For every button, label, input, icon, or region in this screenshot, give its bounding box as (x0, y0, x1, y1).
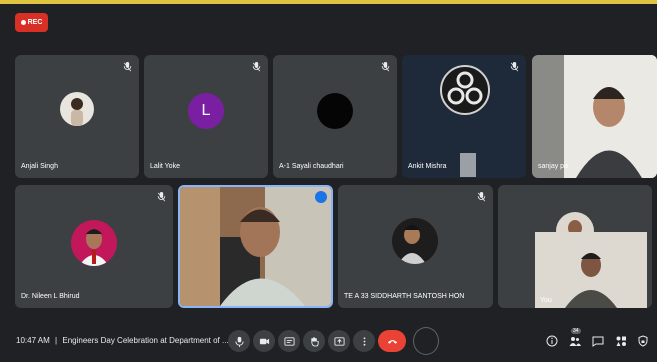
people-button[interactable]: 34 (568, 328, 582, 348)
meeting-time-and-title: 10:47 AM | Engineers Day Celebration at … (16, 336, 229, 345)
camera-video (564, 55, 657, 178)
participant-name: Ankit Mishra (408, 163, 447, 170)
participant-tile[interactable]: Ankit Mishra (402, 55, 526, 178)
microphone-button[interactable] (228, 330, 250, 352)
participant-tile[interactable]: L Lalit Yoke (144, 55, 268, 178)
avatar (317, 93, 353, 129)
shapes-icon (616, 336, 626, 346)
participant-name: sanjay pa (538, 163, 568, 170)
obs-logo-icon (440, 65, 490, 115)
meeting-title: Engineers Day Celebration at Department … (62, 336, 229, 345)
end-call-button[interactable] (378, 330, 406, 352)
host-controls-button[interactable] (636, 334, 650, 348)
lock-shield-icon (638, 335, 648, 347)
chat-icon (592, 336, 604, 347)
mic-off-icon (477, 192, 486, 202)
participant-tile-active-speaker[interactable] (178, 185, 333, 308)
meeting-details-button[interactable] (545, 334, 559, 348)
separator: | (55, 336, 58, 345)
mic-off-icon (252, 62, 261, 72)
avatar (60, 92, 94, 126)
captions-button[interactable] (278, 330, 300, 352)
participant-name: Anjali Singh (21, 163, 58, 170)
raise-hand-button[interactable] (303, 330, 325, 352)
mic-off-icon (123, 62, 132, 72)
screen-thumbnail (460, 153, 476, 177)
info-icon (546, 335, 558, 347)
present-screen-button[interactable] (328, 330, 350, 352)
avatar (71, 220, 117, 266)
participant-tile[interactable]: sanjay pa (532, 55, 657, 178)
participant-tile[interactable]: Dr. Nileen L Bhirud (15, 185, 173, 308)
mic-off-icon (510, 62, 519, 72)
recording-label: REC (27, 19, 43, 26)
present-icon (333, 336, 345, 346)
participant-tile[interactable]: Anjali Singh (15, 55, 139, 178)
participant-name: Lalit Yoke (150, 163, 180, 170)
top-accent-line (0, 0, 657, 4)
clock-time: 10:47 AM (16, 336, 50, 345)
mic-off-icon (157, 192, 166, 202)
participant-name: A-1 Sayali chaudhari (279, 163, 344, 170)
phone-hangup-icon (387, 339, 397, 344)
participant-name: Dr. Nileen L Bhirud (21, 293, 80, 300)
participant-tile[interactable]: You (498, 185, 652, 308)
self-view-label: You (540, 297, 552, 304)
avatar (392, 218, 438, 264)
avatar: L (188, 93, 224, 129)
camera-video (180, 187, 331, 306)
cursor-highlight-icon (413, 327, 439, 355)
self-view: You (535, 232, 647, 308)
camera-button[interactable] (253, 330, 275, 352)
speaking-indicator-icon (315, 191, 327, 203)
people-icon (569, 337, 581, 346)
participant-tile[interactable]: TE A 33 SIDDHARTH SANTOSH HON (338, 185, 493, 308)
people-count-badge: 34 (571, 328, 581, 334)
recording-badge: REC (15, 13, 48, 32)
chat-button[interactable] (591, 334, 605, 348)
bottom-toolbar: 10:47 AM | Engineers Day Celebration at … (0, 322, 657, 362)
more-vert-icon (363, 336, 365, 346)
participant-name: TE A 33 SIDDHARTH SANTOSH HON (344, 293, 465, 300)
hand-icon (310, 336, 319, 347)
microphone-icon (234, 336, 244, 347)
record-dot-icon (20, 20, 26, 25)
activities-button[interactable] (614, 334, 628, 348)
captions-icon (283, 336, 295, 346)
more-options-button[interactable] (353, 330, 375, 352)
mic-off-icon (381, 62, 390, 72)
avatar-initial: L (201, 102, 211, 119)
camera-icon (259, 338, 269, 344)
participant-tile[interactable]: A-1 Sayali chaudhari (273, 55, 397, 178)
